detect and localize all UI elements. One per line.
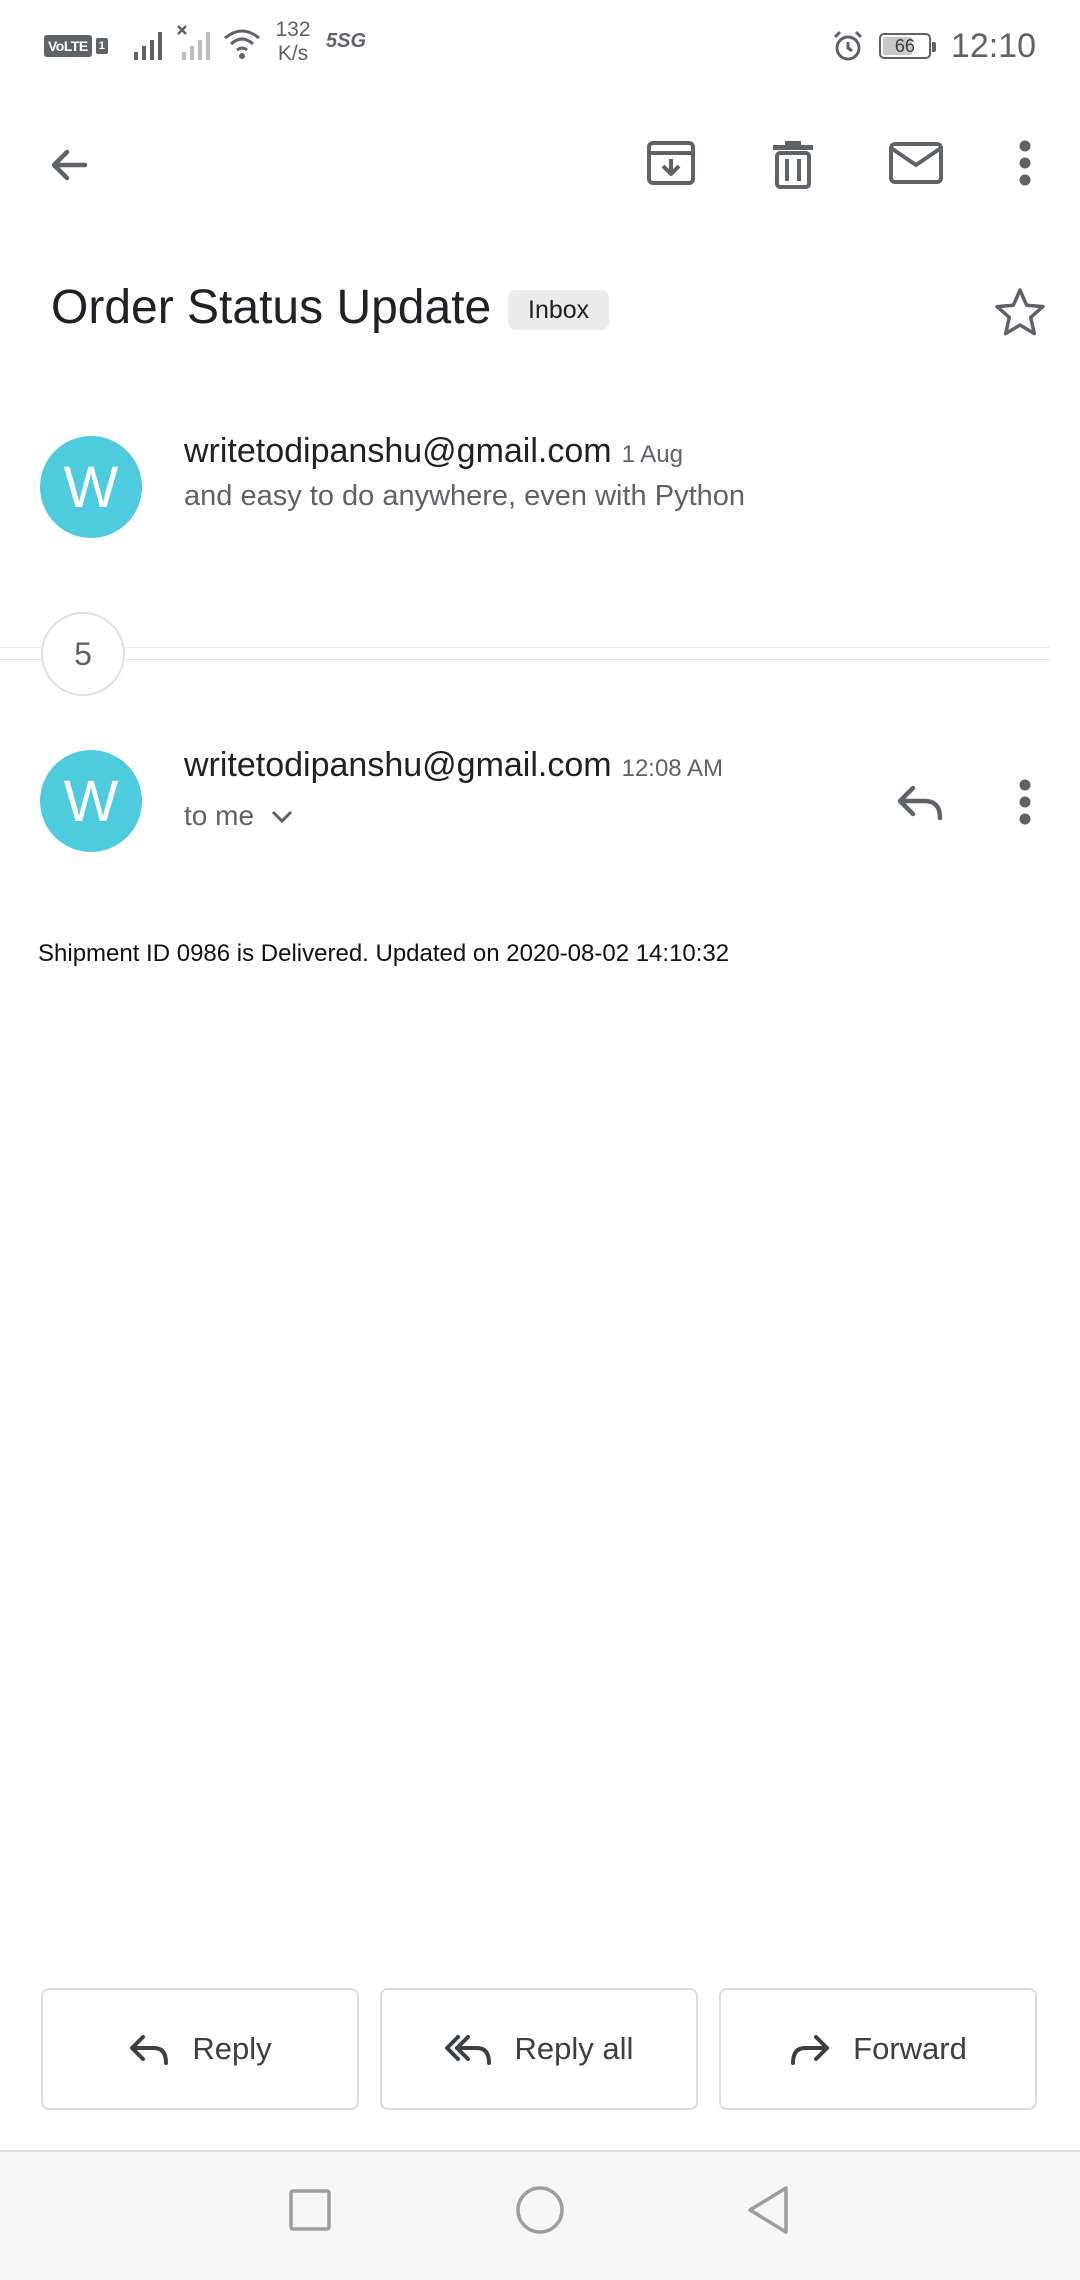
forward-icon: [791, 2035, 830, 2065]
chevron-down-icon: [271, 810, 293, 824]
forward-label: Forward: [853, 2031, 967, 2066]
status-right-icons: 66 12:10: [831, 18, 1036, 74]
triangle-back-icon: [748, 2186, 788, 2234]
star-icon: [995, 288, 1045, 336]
delete-icon: [773, 141, 813, 189]
inbox-label-chip[interactable]: Inbox: [508, 290, 610, 330]
sender-line: writetodipanshu@gmail.com 12:08 AM: [184, 746, 723, 785]
volte-indicator: VoLTE 1: [44, 35, 108, 57]
back-nav-button[interactable]: [736, 2176, 800, 2244]
more-options-button[interactable]: [1000, 128, 1050, 198]
message-more-options-button[interactable]: [1000, 770, 1050, 834]
reply-label: Reply: [192, 2031, 272, 2066]
star-button[interactable]: [988, 280, 1052, 344]
delete-button[interactable]: [758, 128, 828, 198]
more-vert-icon: [1019, 140, 1031, 186]
square-icon: [289, 2189, 331, 2231]
thread-divider: [0, 659, 1050, 660]
battery-level: 66: [894, 35, 915, 56]
avatar[interactable]: W: [40, 750, 142, 852]
speed-value: 132: [275, 18, 311, 41]
mail-icon: [889, 142, 943, 184]
message-time: 12:08 AM: [621, 755, 723, 782]
back-button[interactable]: [36, 132, 102, 198]
network-type: 5SG: [326, 30, 367, 52]
message-snippet: and easy to do anywhere, even with Pytho…: [184, 480, 746, 512]
archive-icon: [647, 141, 695, 185]
alarm-icon: [833, 30, 862, 61]
sender-line: writetodipanshu@gmail.com 1 Aug: [184, 432, 683, 471]
reply-button[interactable]: [884, 770, 956, 834]
clock: 12:10: [950, 26, 1036, 65]
sim-label: 1: [95, 38, 108, 54]
status-bar: VoLTE 1 132 K/s 5SG 66 12:10: [0, 0, 1080, 92]
signal-icon: [134, 32, 162, 60]
status-left-icons: VoLTE 1: [44, 20, 108, 72]
message-date: 1 Aug: [621, 441, 683, 468]
avatar[interactable]: W: [40, 436, 142, 538]
wifi-icon: [224, 29, 260, 59]
hidden-messages-count[interactable]: 5: [41, 612, 125, 696]
reply-all-action-button[interactable]: Reply all: [380, 1988, 698, 2110]
reply-all-icon: [444, 2035, 491, 2065]
email-subject: Order Status Update: [51, 281, 492, 334]
volte-label: VoLTE: [44, 35, 92, 57]
system-navigation-bar: [0, 2150, 1080, 2280]
reply-action-button[interactable]: Reply: [41, 1988, 359, 2110]
forward-action-button[interactable]: Forward: [719, 1988, 1037, 2110]
reply-icon: [130, 2035, 169, 2065]
speed-unit: K/s: [277, 42, 309, 65]
circle-icon: [516, 2186, 564, 2234]
signal-no-service-icon: [177, 25, 210, 60]
battery-icon: 66: [878, 33, 936, 59]
recipient-details-toggle[interactable]: to me: [184, 800, 294, 832]
back-arrow-icon: [51, 149, 88, 181]
recipient-label: to me: [184, 800, 255, 831]
message-body: Shipment ID 0986 is Delivered. Updated o…: [38, 940, 730, 967]
reply-icon: [897, 785, 943, 821]
archive-button[interactable]: [636, 128, 706, 198]
thread-divider: [0, 647, 1050, 648]
sender-email: writetodipanshu@gmail.com: [184, 432, 612, 470]
network-speed: 132 K/s: [268, 18, 318, 66]
mark-unread-button[interactable]: [880, 128, 952, 198]
more-vert-icon: [1019, 779, 1031, 825]
reply-all-label: Reply all: [514, 2031, 634, 2066]
recents-button[interactable]: [280, 2178, 340, 2242]
home-button[interactable]: [508, 2176, 572, 2244]
sender-email: writetodipanshu@gmail.com: [184, 746, 612, 784]
